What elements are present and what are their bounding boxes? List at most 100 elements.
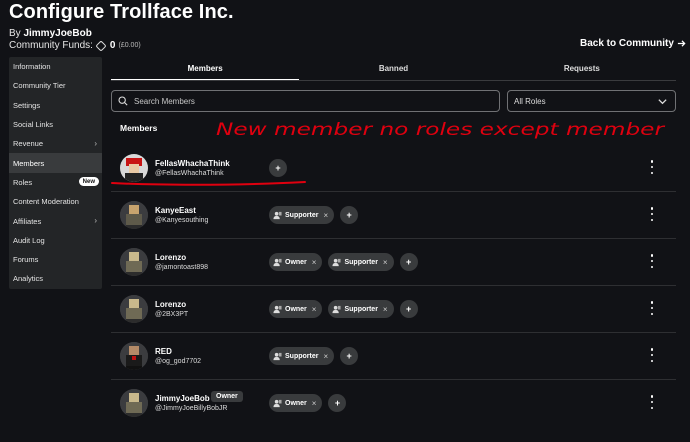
role-chips: Owner × + (269, 394, 347, 412)
avatar[interactable] (120, 248, 148, 276)
more-options-icon[interactable] (648, 160, 656, 174)
sidebar-item-roles[interactable]: Roles New (9, 173, 102, 192)
role-chips: Supporter × + (269, 206, 359, 224)
plus-icon: + (346, 351, 352, 361)
search-input[interactable] (134, 96, 474, 106)
funds-sub: (£0.00) (118, 42, 141, 49)
role-chip-supporter[interactable]: Supporter × (269, 206, 335, 224)
arrow-right-icon (677, 40, 686, 47)
back-label: Back to Community (580, 38, 674, 49)
avatar[interactable] (120, 295, 148, 323)
member-name[interactable]: JimmyJoeBob (155, 394, 210, 403)
add-role-button[interactable]: + (399, 253, 418, 271)
role-chip-supporter[interactable]: Supporter × (269, 347, 335, 365)
role-chip-owner[interactable]: Owner × (269, 253, 323, 271)
member-handle: @JimmyJoeBillyBobJR (155, 405, 228, 412)
tab-members[interactable]: Members (111, 57, 300, 80)
sidebar-item-label: Information (13, 62, 51, 72)
member-name[interactable]: FellasWhachaThink (155, 159, 230, 168)
members-heading: Members (120, 123, 158, 133)
role-filter-dropdown[interactable]: All Roles (507, 90, 676, 112)
back-to-community-link[interactable]: Back to Community (580, 38, 686, 49)
sidebar: Information Community Tier Settings Soci… (9, 57, 102, 289)
role-chips: + (269, 159, 287, 177)
avatar[interactable] (120, 389, 148, 417)
plus-icon: + (405, 304, 412, 314)
tab-bar: Members Banned Requests (111, 57, 676, 80)
plus-icon: + (405, 257, 412, 267)
owner-tag: Owner (211, 391, 243, 402)
role-icon (273, 399, 282, 407)
sidebar-item-members[interactable]: Members (9, 153, 102, 173)
role-chips: Supporter × + (269, 347, 359, 365)
role-icon (273, 305, 282, 313)
sidebar-item-label: Content Moderation (13, 197, 79, 207)
add-role-button[interactable]: + (269, 159, 287, 177)
more-options-icon[interactable] (648, 301, 656, 315)
sidebar-item-forums[interactable]: Forums (9, 250, 102, 269)
more-options-icon[interactable] (648, 348, 656, 362)
close-icon[interactable]: × (383, 258, 388, 267)
role-chips: Owner × Supporter × + (269, 300, 418, 318)
role-chip-owner[interactable]: Owner × (269, 394, 323, 412)
avatar[interactable] (120, 154, 148, 182)
tab-banned[interactable]: Banned (299, 57, 487, 80)
member-row[interactable]: RED @og_god7702 Supporter × + (111, 333, 676, 380)
sidebar-item-analytics[interactable]: Analytics (9, 269, 102, 288)
add-role-button[interactable]: + (399, 300, 418, 318)
sidebar-item-label: Roles (13, 177, 33, 187)
sidebar-item-social-links[interactable]: Social Links (9, 115, 102, 134)
member-name[interactable]: Lorenzo (155, 300, 186, 309)
add-role-button[interactable]: + (328, 394, 347, 412)
avatar[interactable] (120, 342, 148, 370)
member-row[interactable]: Lorenzo @jamontoast898 Owner × Supporter… (111, 239, 676, 286)
sidebar-item-label: Forums (13, 255, 39, 265)
role-chip-supporter[interactable]: Supporter × (328, 300, 394, 318)
search-box (111, 90, 500, 112)
role-chip-label: Supporter (344, 258, 378, 266)
tab-divider (111, 80, 676, 81)
member-name[interactable]: KanyeEast (155, 206, 196, 215)
add-role-button[interactable]: + (340, 347, 359, 365)
owner-name-link[interactable]: JimmyJoeBob (23, 28, 91, 39)
more-options-icon[interactable] (648, 395, 656, 409)
member-name[interactable]: RED (155, 347, 172, 356)
role-chip-owner[interactable]: Owner × (269, 300, 323, 318)
close-icon[interactable]: × (312, 305, 317, 314)
member-row[interactable]: JimmyJoeBob Owner @JimmyJoeBillyBobJR Ow… (111, 380, 676, 427)
search-icon (118, 96, 128, 106)
sidebar-item-label: Affiliates (13, 216, 42, 226)
owner-line: By JimmyJoeBob (9, 28, 92, 39)
member-handle: @Kanyesouthing (155, 217, 209, 224)
tab-requests[interactable]: Requests (488, 57, 676, 80)
close-icon[interactable]: × (312, 399, 317, 408)
member-row[interactable]: Lorenzo @2BX3PT Owner × Supporter × + (111, 286, 676, 333)
sidebar-item-audit-log[interactable]: Audit Log (9, 231, 102, 250)
sidebar-item-settings[interactable]: Settings (9, 96, 102, 115)
avatar[interactable] (120, 201, 148, 229)
sidebar-item-affiliates[interactable]: Affiliates › (9, 211, 102, 230)
member-name[interactable]: Lorenzo (155, 253, 186, 262)
close-icon[interactable]: × (383, 305, 388, 314)
sidebar-item-community-tier[interactable]: Community Tier (9, 76, 102, 95)
sidebar-item-information[interactable]: Information (9, 57, 102, 76)
member-row[interactable]: FellasWhachaThink @FellasWhachaThink + (111, 145, 676, 192)
sidebar-item-revenue[interactable]: Revenue › (9, 134, 102, 153)
more-options-icon[interactable] (648, 254, 656, 268)
member-handle: @FellasWhachaThink (155, 170, 224, 177)
close-icon[interactable]: × (323, 352, 328, 361)
role-chip-supporter[interactable]: Supporter × (328, 253, 394, 271)
close-icon[interactable]: × (312, 258, 317, 267)
close-icon[interactable]: × (323, 211, 328, 220)
sidebar-item-label: Social Links (13, 120, 54, 130)
more-options-icon[interactable] (648, 207, 656, 221)
chevron-down-icon (658, 99, 667, 105)
sidebar-item-content-moderation[interactable]: Content Moderation (9, 192, 102, 211)
member-handle: @og_god7702 (155, 358, 202, 365)
annotation-text: New member no roles except member (216, 120, 665, 140)
member-row[interactable]: KanyeEast @Kanyesouthing Supporter × + (111, 192, 676, 239)
funds-label: Community Funds: (9, 40, 93, 51)
chevron-right-icon: › (94, 216, 97, 226)
plus-icon: + (346, 210, 352, 220)
add-role-button[interactable]: + (340, 206, 359, 224)
